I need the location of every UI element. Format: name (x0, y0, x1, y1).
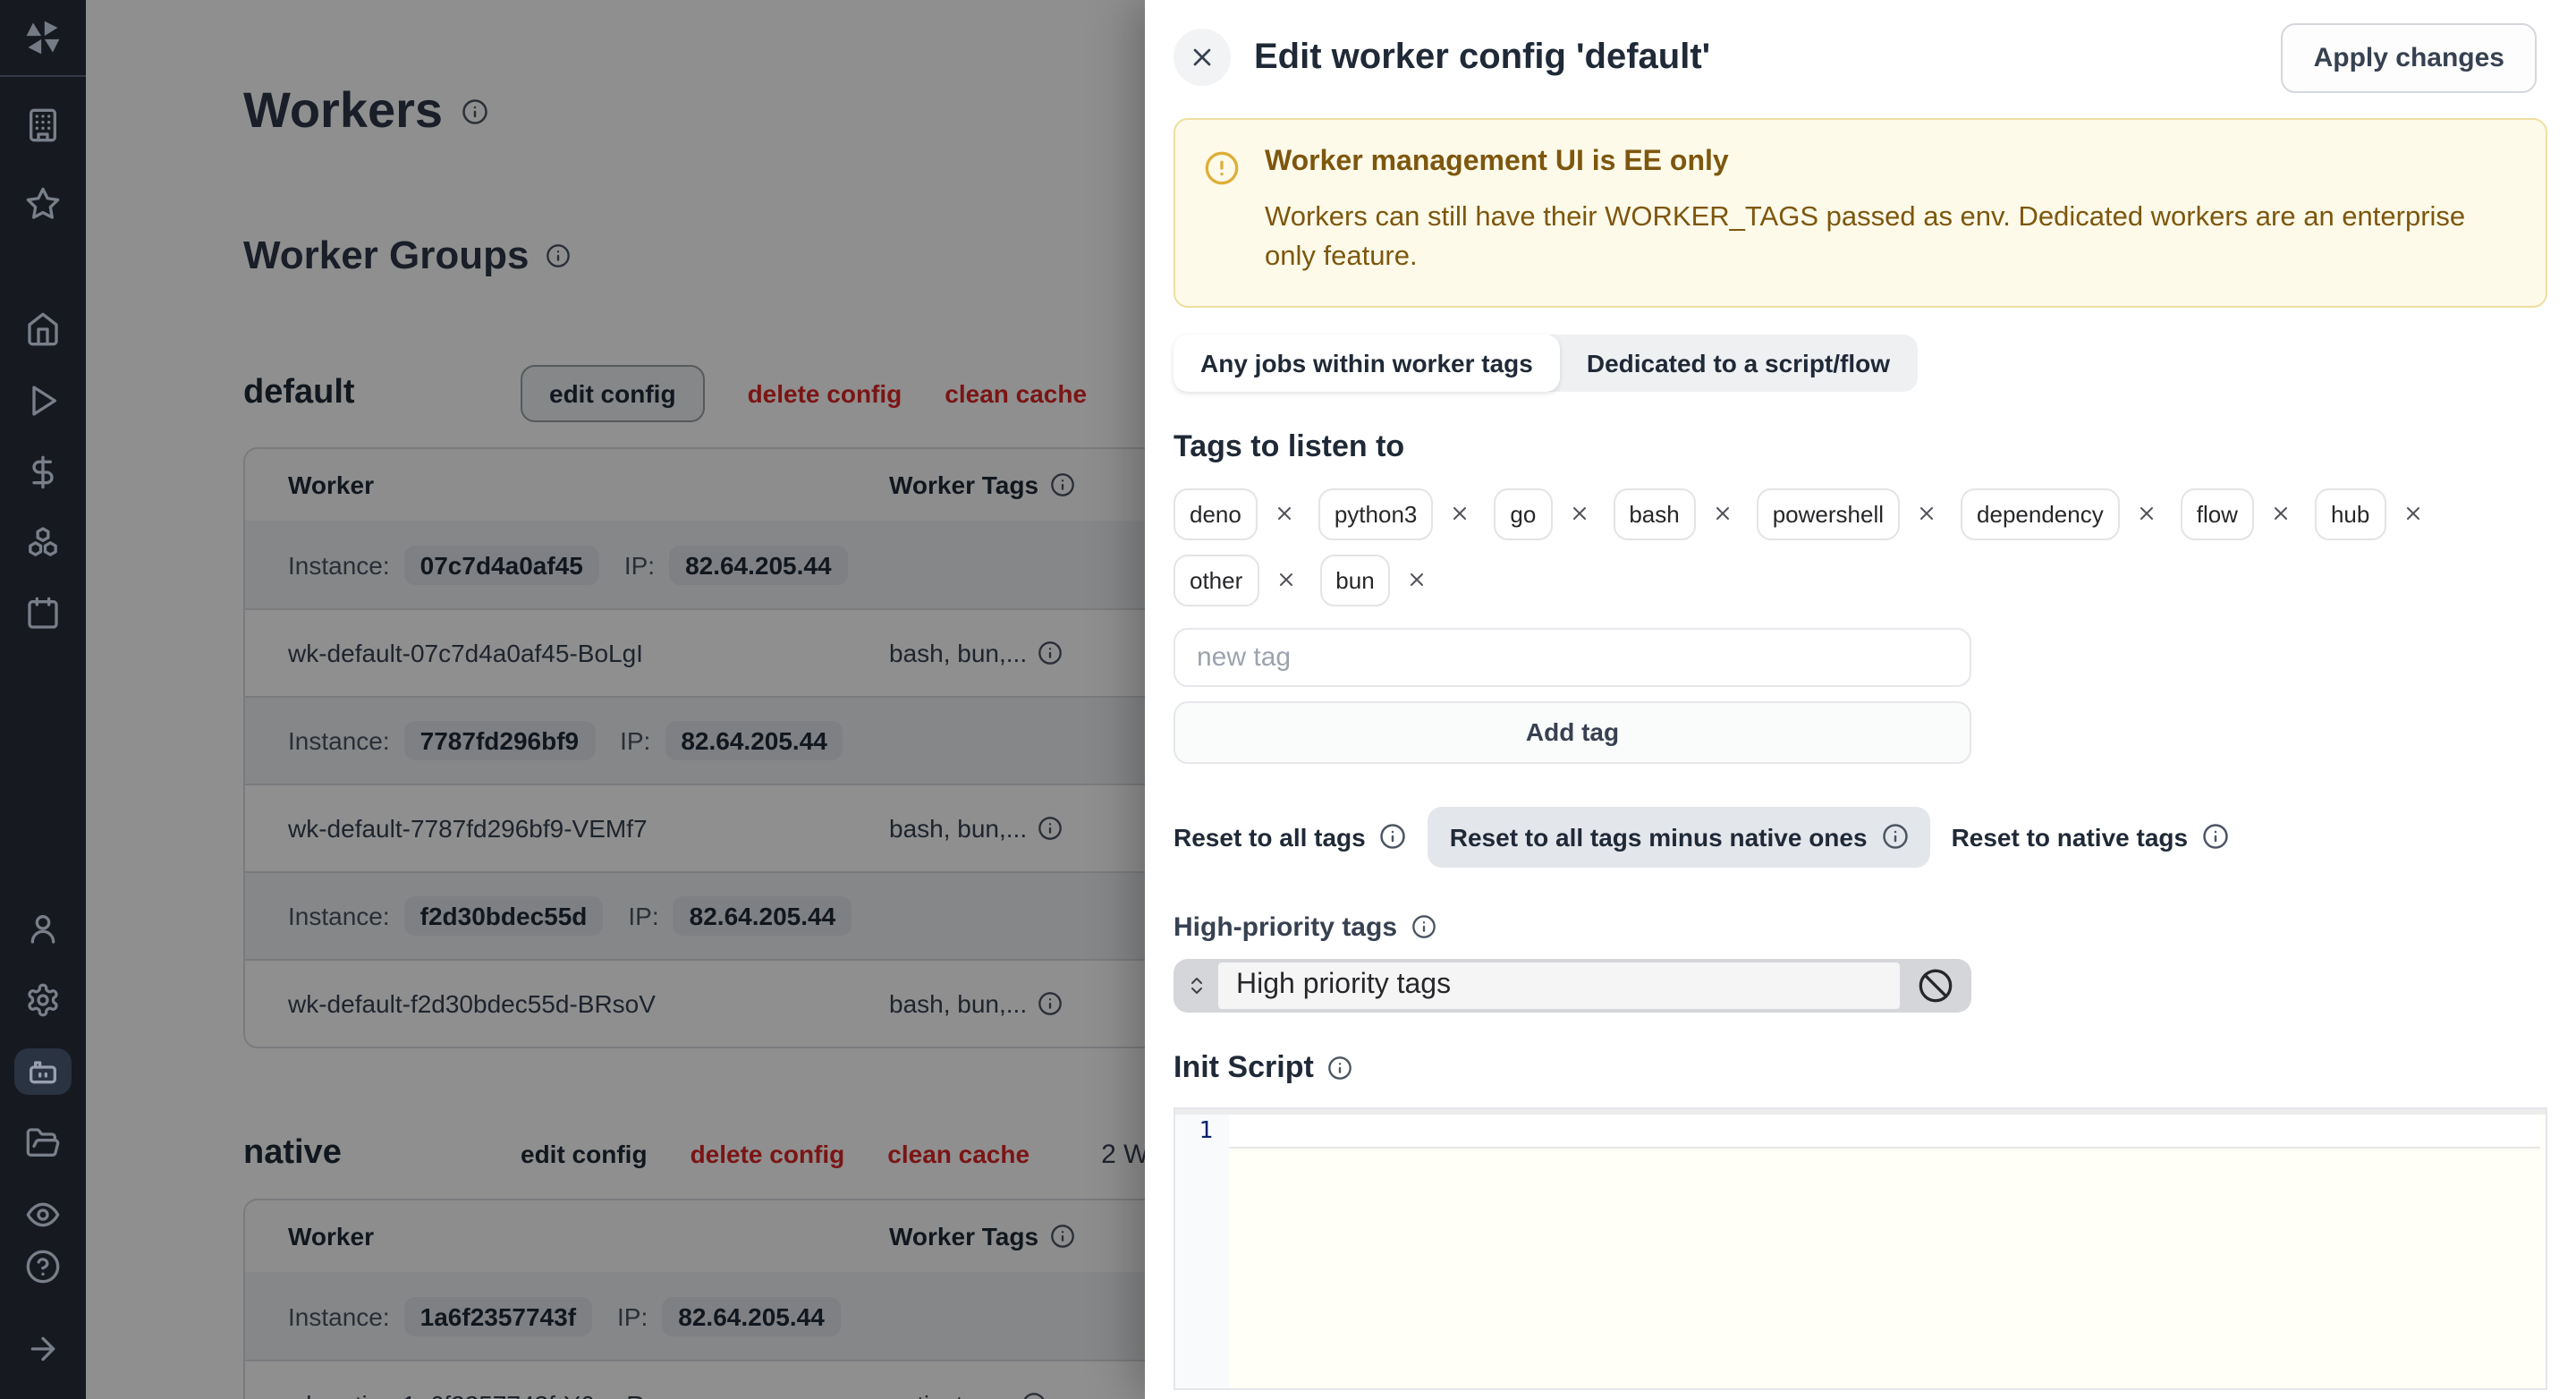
tag-chip: dependency (1961, 488, 2120, 540)
remove-tag-button[interactable] (1407, 570, 1428, 591)
tag-chip-group: deno (1174, 488, 1295, 540)
editor-current-line[interactable] (1229, 1114, 2540, 1149)
init-script-heading: Init Script (1174, 1049, 1314, 1084)
remove-tag-button[interactable] (2402, 504, 2423, 525)
tag-chip-group: powershell (1756, 488, 1937, 540)
sidebar-collapse-button[interactable] (14, 1320, 72, 1378)
drawer-backdrop[interactable] (86, 0, 1145, 1399)
info-icon[interactable] (1380, 824, 1407, 851)
edit-worker-config-drawer: Edit worker config 'default' Apply chang… (1145, 0, 2576, 1399)
warning-title: Worker management UI is EE only (1265, 147, 1729, 177)
remove-tag-button[interactable] (1568, 504, 1589, 525)
tag-chip-group: hub (2314, 488, 2423, 540)
info-icon[interactable] (1328, 1056, 1353, 1081)
tags-list: deno python3 go bash powershell dependen… (1174, 488, 2547, 606)
tag-chip-group: flow (2180, 488, 2292, 540)
high-priority-label: High-priority tags (1174, 911, 1398, 943)
tag-chip-group: bash (1613, 488, 1733, 540)
sidebar-item-help[interactable] (14, 1238, 72, 1295)
remove-tag-button[interactable] (1275, 570, 1296, 591)
remove-tag-button[interactable] (2270, 504, 2292, 525)
sidebar-item-users[interactable] (14, 906, 72, 953)
info-icon[interactable] (2202, 824, 2229, 851)
tag-chip-group: dependency (1961, 488, 2157, 540)
reset-buttons-row: Reset to all tags Reset to all tags minu… (1174, 806, 2547, 868)
sidebar-item-schedules[interactable] (14, 591, 72, 638)
tab-any-jobs[interactable]: Any jobs within worker tags (1174, 334, 1560, 392)
tag-chip: flow (2180, 488, 2254, 540)
sidebar-item-folders[interactable] (14, 1120, 72, 1166)
tag-chip: deno (1174, 488, 1258, 540)
sidebar-item-resources[interactable] (14, 520, 72, 566)
tag-chip: bash (1613, 488, 1696, 540)
tag-chip: powershell (1756, 488, 1901, 540)
tab-dedicated[interactable]: Dedicated to a script/flow (1560, 335, 1917, 392)
high-priority-placeholder[interactable]: High priority tags (1218, 962, 1900, 1009)
sidebar-divider (0, 75, 86, 77)
tag-chip: other (1174, 554, 1259, 606)
tag-chip-group: bun (1319, 554, 1428, 606)
reset-native-tags-button[interactable]: Reset to native tags (1952, 823, 2230, 852)
sidebar-item-favorites[interactable] (14, 181, 72, 227)
sidebar-item-audit-logs[interactable] (14, 1191, 72, 1238)
tag-chip: hub (2314, 488, 2386, 540)
remove-tag-button[interactable] (2136, 504, 2157, 525)
worker-mode-tabs: Any jobs within worker tags Dedicated to… (1174, 334, 1918, 392)
alert-circle-icon (1204, 150, 1240, 279)
sidebar-item-home[interactable] (14, 305, 72, 352)
add-tag-button[interactable]: Add tag (1174, 700, 1971, 764)
ee-only-warning: Worker management UI is EE only Workers … (1174, 118, 2547, 308)
close-drawer-button[interactable] (1174, 29, 1231, 86)
sidebar-item-workspace[interactable] (14, 102, 72, 148)
sidebar-item-variables[interactable] (14, 448, 72, 495)
tag-chip-group: go (1494, 488, 1589, 540)
chevrons-up-down-icon (1186, 975, 1208, 996)
sidebar-item-workers[interactable] (14, 1048, 72, 1096)
sidebar-item-runs[interactable] (14, 377, 72, 423)
drawer-title: Edit worker config 'default' (1254, 37, 1711, 76)
remove-tag-button[interactable] (1274, 504, 1295, 525)
tags-heading: Tags to listen to (1174, 428, 1405, 463)
info-icon[interactable] (1411, 915, 1436, 940)
editor-line-number: 1 (1175, 1114, 1229, 1388)
tag-chip: python3 (1318, 488, 1434, 540)
init-script-editor[interactable]: 1 (1174, 1106, 2547, 1390)
tag-chip: go (1494, 488, 1553, 540)
windmill-logo-icon[interactable] (23, 18, 63, 57)
tag-chip-group: python3 (1318, 488, 1471, 540)
remove-tag-button[interactable] (1449, 504, 1470, 525)
info-icon[interactable] (1882, 824, 1909, 851)
tag-chip-group: other (1174, 554, 1296, 606)
remove-tag-button[interactable] (1712, 504, 1733, 525)
tag-chip: bun (1319, 554, 1391, 606)
sidebar (0, 0, 86, 1399)
reset-all-tags-button[interactable]: Reset to all tags (1174, 823, 1407, 852)
reset-minus-native-button[interactable]: Reset to all tags minus native ones (1428, 806, 1930, 868)
remove-tag-button[interactable] (1916, 504, 1937, 525)
high-priority-multiselect[interactable]: High priority tags (1174, 958, 1971, 1013)
apply-changes-button[interactable]: Apply changes (2281, 22, 2537, 92)
new-tag-input[interactable] (1174, 627, 1971, 687)
warning-body: Workers can still have their WORKER_TAGS… (1265, 202, 2466, 273)
clear-disabled-icon[interactable] (1918, 968, 1953, 1004)
sidebar-item-settings[interactable] (14, 978, 72, 1024)
